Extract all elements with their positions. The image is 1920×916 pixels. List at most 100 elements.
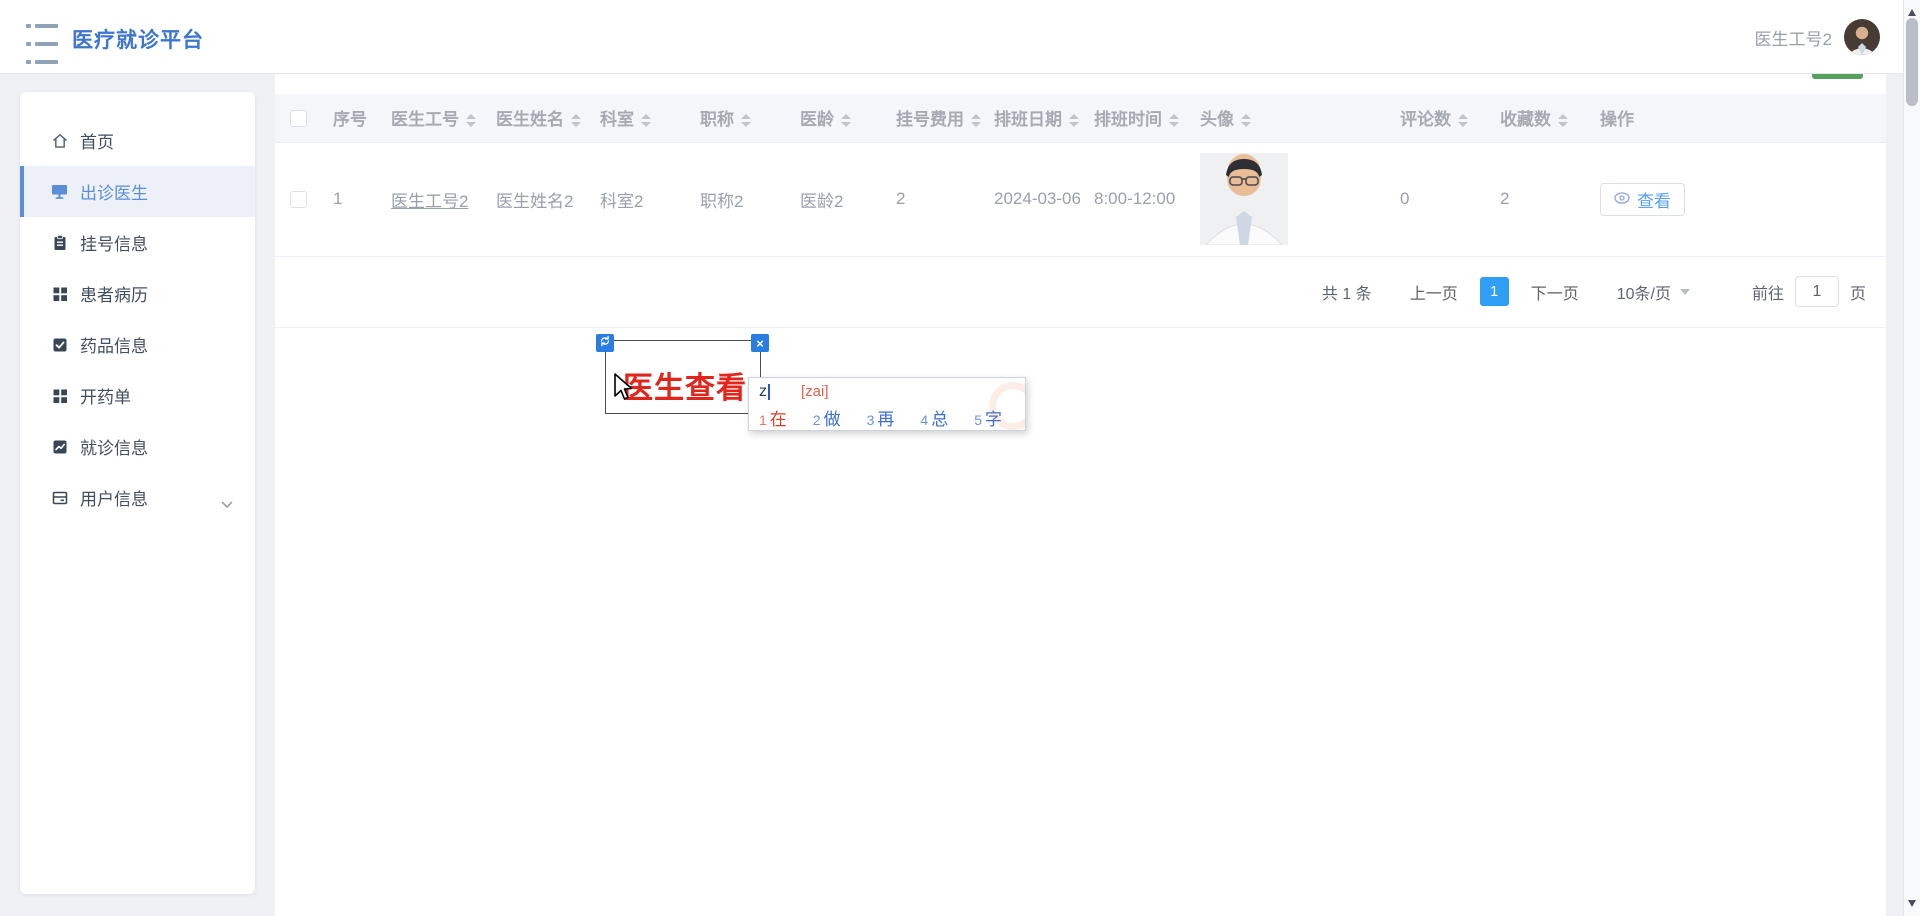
menu-toggle-icon[interactable]: [26, 24, 58, 64]
prev-page-button[interactable]: 上一页: [1410, 280, 1458, 304]
refresh-handle-button[interactable]: [596, 334, 614, 352]
checked-box-icon: [50, 335, 69, 354]
scroll-down-arrow-icon[interactable]: [1908, 900, 1916, 911]
partial-toolbar-button[interactable]: [1812, 74, 1863, 79]
cell-no: 1: [321, 142, 379, 257]
cell-job-title: 职称2: [688, 142, 788, 257]
app-header: 医疗就诊平台 医生工号2: [0, 0, 1920, 74]
panel-icon: [50, 488, 69, 507]
goto-page-input[interactable]: [1794, 276, 1839, 307]
grid-icon: [50, 284, 69, 303]
mouse-cursor-icon: [612, 372, 636, 407]
sort-caret-icon[interactable]: [571, 114, 581, 128]
column-header: 操作: [1588, 94, 1886, 143]
sidebar-item-label: 开药单: [80, 388, 131, 407]
sort-caret-icon[interactable]: [741, 114, 751, 128]
sidebar-item-medicine[interactable]: 药品信息: [20, 319, 255, 370]
pagination-bar: 共 1 条 上一页 1 下一页 10条/页 前往 页: [275, 256, 1886, 328]
monitor-icon: [50, 182, 69, 201]
cell-date: 2024-03-06: [982, 142, 1082, 257]
scrollbar-thumb[interactable]: [1906, 18, 1918, 106]
overlay-annotation-text: 医生查看: [623, 372, 747, 405]
main-content: 序号 医生工号 医生姓名 科室 职称 医龄 挂号费用 排班日期 排班时间 头像 …: [275, 74, 1886, 916]
sidebar: 首页 出诊医生 挂号信息 患者病历 药品信息 开药单 就诊信息 用户信息: [20, 92, 255, 894]
ime-candidate[interactable]: 1在: [759, 405, 787, 430]
column-header[interactable]: 职称: [688, 94, 788, 143]
next-page-button[interactable]: 下一页: [1531, 280, 1579, 304]
column-header[interactable]: 排班时间: [1082, 94, 1188, 143]
sidebar-item-label: 药品信息: [80, 337, 148, 356]
column-header[interactable]: 医龄: [788, 94, 884, 143]
view-button-label: 查看: [1637, 191, 1671, 211]
column-header[interactable]: 医生姓名: [484, 94, 588, 143]
goto-unit: 页: [1849, 285, 1866, 303]
eye-icon: [1614, 189, 1630, 209]
chevron-down-icon: [1679, 288, 1690, 300]
sidebar-item-registration[interactable]: 挂号信息: [20, 217, 255, 268]
current-user-name: 医生工号2: [1754, 29, 1832, 49]
text-caret: [768, 384, 770, 400]
clipboard-icon: [50, 233, 69, 252]
sort-caret-icon[interactable]: [1169, 114, 1179, 128]
user-avatar-icon[interactable]: [1844, 19, 1880, 55]
home-icon: [50, 131, 69, 150]
cell-doctor-name: 医生姓名2: [484, 142, 588, 257]
doctor-photo: [1200, 153, 1288, 246]
column-header[interactable]: 挂号费用: [884, 94, 982, 143]
sidebar-item-doctors[interactable]: 出诊医生: [20, 166, 255, 217]
refresh-icon: [599, 334, 611, 352]
sidebar-item-label: 首页: [80, 133, 114, 152]
table-row: 1 医生工号2 医生姓名2 科室2 职称2 医龄2 2 2024-03-06 8…: [275, 142, 1886, 257]
sidebar-item-home[interactable]: 首页: [20, 115, 255, 166]
ime-candidate[interactable]: 4总: [920, 405, 948, 430]
close-icon: ×: [756, 335, 764, 351]
vertical-scrollbar[interactable]: [1903, 0, 1920, 916]
column-header: 序号: [321, 94, 379, 143]
select-all-checkbox[interactable]: [289, 109, 307, 127]
column-header[interactable]: 头像: [1188, 94, 1388, 143]
column-header[interactable]: 医生工号: [379, 94, 484, 143]
sidebar-item-users[interactable]: 用户信息: [20, 472, 255, 523]
table-header-row: 序号 医生工号 医生姓名 科室 职称 医龄 挂号费用 排班日期 排班时间 头像 …: [275, 94, 1886, 143]
sidebar-item-label: 就诊信息: [80, 439, 148, 458]
doctor-id-link[interactable]: 医生工号2: [391, 192, 468, 211]
ime-popup: z [zai] 1在 2做 3再 4总 5字 ‹ ›: [748, 377, 1026, 431]
sidebar-item-patient-records[interactable]: 患者病历: [20, 268, 255, 319]
ime-pinyin-reading: [zai]: [801, 383, 829, 400]
sort-caret-icon[interactable]: [466, 114, 476, 128]
sidebar-item-label: 用户信息: [80, 490, 148, 509]
cell-time: 8:00-12:00: [1082, 142, 1188, 257]
sidebar-item-label: 出诊医生: [80, 184, 148, 203]
goto-label: 前往: [1751, 285, 1784, 303]
column-header[interactable]: 科室: [588, 94, 688, 143]
sort-caret-icon[interactable]: [841, 114, 851, 128]
page-number-active[interactable]: 1: [1479, 277, 1509, 306]
close-handle-button[interactable]: ×: [751, 334, 769, 352]
page-size-select[interactable]: 10条/页: [1617, 280, 1690, 304]
sort-caret-icon[interactable]: [971, 114, 981, 128]
trend-chart-icon: [50, 437, 69, 456]
sort-caret-icon[interactable]: [641, 114, 651, 128]
ime-candidate[interactable]: 2做: [813, 405, 841, 430]
sidebar-item-visits[interactable]: 就诊信息: [20, 421, 255, 472]
sidebar-item-label: 挂号信息: [80, 235, 148, 254]
view-button[interactable]: 查看: [1600, 182, 1685, 216]
page-size-label: 10条/页: [1616, 285, 1671, 303]
sort-caret-icon[interactable]: [1241, 114, 1251, 128]
column-header[interactable]: 排班日期: [982, 94, 1082, 143]
ime-typed-text: z: [759, 383, 767, 400]
sort-caret-icon[interactable]: [1558, 114, 1568, 128]
sort-caret-icon[interactable]: [1069, 114, 1079, 128]
cell-years: 医龄2: [788, 142, 884, 257]
sidebar-item-prescriptions[interactable]: 开药单: [20, 370, 255, 421]
sidebar-item-label: 患者病历: [80, 286, 148, 305]
ime-candidate[interactable]: 3再: [867, 405, 895, 430]
row-checkbox[interactable]: [289, 191, 307, 209]
column-header[interactable]: 收藏数: [1488, 94, 1588, 143]
doctors-table: 序号 医生工号 医生姓名 科室 职称 医龄 挂号费用 排班日期 排班时间 头像 …: [275, 94, 1886, 257]
cell-department: 科室2: [588, 142, 688, 257]
sort-caret-icon[interactable]: [1458, 114, 1468, 128]
column-header[interactable]: 评论数: [1388, 94, 1488, 143]
scroll-up-arrow-icon[interactable]: [1908, 5, 1916, 16]
app-title: 医疗就诊平台: [72, 29, 204, 52]
